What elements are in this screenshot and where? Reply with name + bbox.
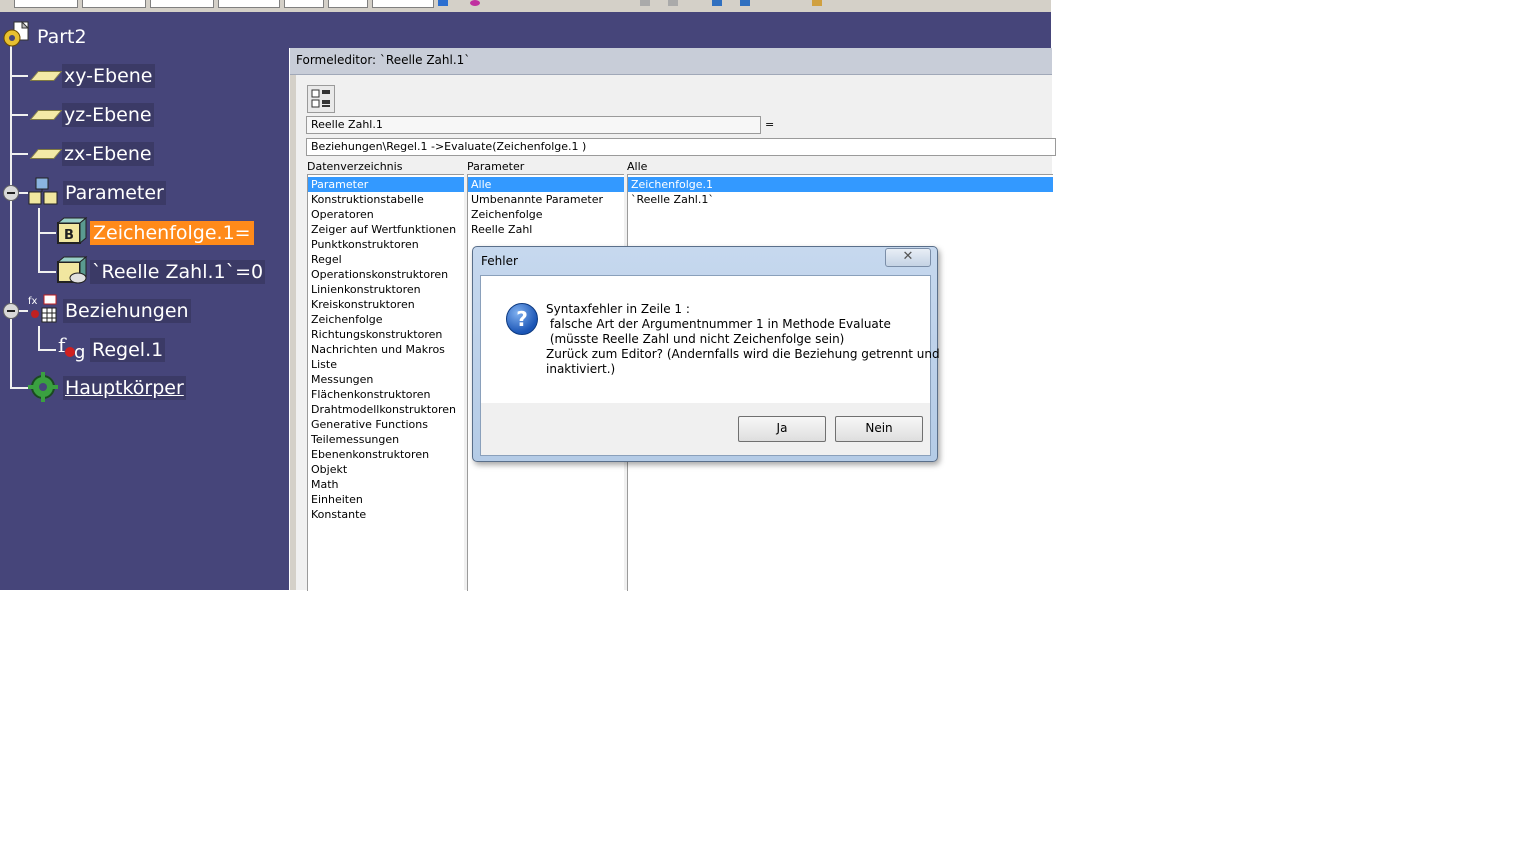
dictionary-list-item[interactable]: Math xyxy=(308,477,464,492)
question-icon: ? xyxy=(506,303,538,335)
tree-connector xyxy=(38,208,40,272)
tree-connector xyxy=(10,114,28,116)
toolbar-field[interactable] xyxy=(82,0,146,8)
tree-item-zeichenfolge[interactable]: Zeichenfolge.1= xyxy=(90,221,254,245)
tree-item-beziehungen[interactable]: Beziehungen xyxy=(63,299,191,323)
tree-connector xyxy=(38,349,56,351)
tree-item-yz-plane[interactable]: yz-Ebene xyxy=(62,103,154,127)
target-parameter-field[interactable]: Reelle Zahl.1 xyxy=(306,116,761,134)
tree-item-regel[interactable]: Regel.1 xyxy=(90,338,166,362)
toolbar-field[interactable] xyxy=(150,0,214,8)
plane-icon xyxy=(29,110,63,120)
dictionary-list-item[interactable]: Nachrichten und Makros xyxy=(308,342,464,357)
dialog-body: ? Syntaxfehler in Zeile 1 : falsche Art … xyxy=(480,275,940,456)
toolbar-field[interactable] xyxy=(328,0,368,8)
equals-sign: = xyxy=(765,118,775,131)
parameter-filter-item[interactable]: Reelle Zahl xyxy=(468,222,624,237)
member-list-item[interactable]: Zeichenfolge.1 xyxy=(628,177,1053,192)
tree-item-hauptkoerper[interactable]: Hauptkörper xyxy=(63,376,186,400)
toolbar-icon[interactable] xyxy=(438,0,448,6)
yes-button[interactable]: Ja xyxy=(738,416,826,442)
toolbar-icon[interactable] xyxy=(712,0,722,6)
toolbar-icon[interactable] xyxy=(470,0,480,6)
tree-root-label[interactable]: Part2 xyxy=(37,25,87,49)
dictionary-list-item[interactable]: Operationskonstruktoren xyxy=(308,267,464,282)
no-button[interactable]: Nein xyxy=(835,416,923,442)
tree-connector xyxy=(10,75,28,77)
dictionary-list-item[interactable]: Parameter xyxy=(308,177,464,192)
toolbar-icon[interactable] xyxy=(640,0,650,6)
dictionary-list-item[interactable]: Drahtmodellkonstruktoren xyxy=(308,402,464,417)
parameter-filter-item[interactable]: Umbenannte Parameter xyxy=(468,192,624,207)
dictionary-list-item[interactable]: Regel xyxy=(308,252,464,267)
dictionary-list-item[interactable]: Zeichenfolge xyxy=(308,312,464,327)
svg-text:fx: fx xyxy=(28,296,38,307)
rule-icon: f g xyxy=(56,333,88,364)
dictionary-list-item[interactable]: Flächenkonstruktoren xyxy=(308,387,464,402)
dictionary-list-item[interactable]: Zeiger auf Wertfunktionen xyxy=(308,222,464,237)
formula-input[interactable]: Beziehungen\Regel.1 ->Evaluate(Zeichenfo… xyxy=(306,138,1056,156)
toolbar-icon[interactable] xyxy=(668,0,678,6)
relations-icon: fx xyxy=(28,294,60,324)
parameter-filter-item[interactable]: Alle xyxy=(468,177,624,192)
dictionary-list-item[interactable]: Generative Functions xyxy=(308,417,464,432)
plane-icon xyxy=(29,71,63,81)
tree-connector xyxy=(10,153,28,155)
column-header-parameter: Parameter xyxy=(467,160,525,173)
error-message: Syntaxfehler in Zeile 1 : falsche Art de… xyxy=(546,302,940,376)
member-list-item[interactable]: `Reelle Zahl.1` xyxy=(628,192,1053,207)
parameter-set-icon xyxy=(28,177,60,207)
dictionary-list-item[interactable]: Objekt xyxy=(308,462,464,477)
close-icon[interactable]: ✕ xyxy=(885,248,931,267)
tree-connector xyxy=(38,326,40,350)
tree-item-parameter[interactable]: Parameter xyxy=(63,181,166,205)
toolbar-field[interactable] xyxy=(372,0,434,8)
dialog-title: Fehler xyxy=(481,254,518,268)
column-header-alle: Alle xyxy=(627,160,648,173)
part-icon[interactable] xyxy=(2,20,30,48)
dictionary-list-item[interactable]: Teilemessungen xyxy=(308,432,464,447)
tree-item-reelle-zahl[interactable]: `Reelle Zahl.1`=0 xyxy=(90,260,266,284)
toolbar-icon[interactable] xyxy=(740,0,750,6)
toolbar-icon[interactable] xyxy=(812,0,822,6)
error-dialog: Fehler ✕ ? Syntaxfehler in Zeile 1 : fal… xyxy=(472,246,940,462)
collapse-button[interactable] xyxy=(3,185,19,201)
collapse-button[interactable] xyxy=(3,303,19,319)
tree-connector xyxy=(38,271,56,273)
tree-item-xy-plane[interactable]: xy-Ebene xyxy=(62,64,155,88)
dictionary-list-item[interactable]: Einheiten xyxy=(308,492,464,507)
svg-text:g: g xyxy=(74,342,85,363)
toolbar-field[interactable] xyxy=(14,0,78,8)
dictionary-list-item[interactable]: Liste xyxy=(308,357,464,372)
dictionary-list-item[interactable]: Ebenenkonstruktoren xyxy=(308,447,464,462)
plane-icon xyxy=(29,149,63,159)
tree-connector xyxy=(10,44,12,389)
dictionary-list-item[interactable]: Messungen xyxy=(308,372,464,387)
tree-connector xyxy=(10,387,28,389)
column-header-datenverzeichnis: Datenverzeichnis xyxy=(307,160,403,173)
dictionary-list-item[interactable]: Linienkonstruktoren xyxy=(308,282,464,297)
dictionary-list-item[interactable]: Operatoren xyxy=(308,207,464,222)
dictionary-list-item[interactable]: Richtungskonstruktoren xyxy=(308,327,464,342)
formula-editor-titlebar[interactable]: Formeleditor: `Reelle Zahl.1` xyxy=(290,48,1052,75)
parameter-filter-item[interactable]: Zeichenfolge xyxy=(468,207,624,222)
dictionary-list-item[interactable]: Kreiskonstruktoren xyxy=(308,297,464,312)
tree-item-zx-plane[interactable]: zx-Ebene xyxy=(62,142,154,166)
dictionary-list-item[interactable]: Konstante xyxy=(308,507,464,522)
svg-text:B: B xyxy=(64,228,74,243)
dictionary-tool-button[interactable] xyxy=(307,85,335,113)
toolbar-field[interactable] xyxy=(218,0,280,8)
formula-editor-title: Formeleditor: `Reelle Zahl.1` xyxy=(296,53,471,67)
dictionary-list-item[interactable]: Konstruktionstabelle xyxy=(308,192,464,207)
real-parameter-icon xyxy=(56,255,88,286)
tree-connector xyxy=(38,232,56,234)
string-parameter-icon: B xyxy=(56,216,88,247)
body-icon xyxy=(28,372,60,402)
dictionary-list[interactable]: Parameter Konstruktionstabelle Operatoren Z… xyxy=(307,174,464,591)
dictionary-list-item[interactable]: Punktkonstruktoren xyxy=(308,237,464,252)
toolbar-field[interactable] xyxy=(284,0,324,8)
